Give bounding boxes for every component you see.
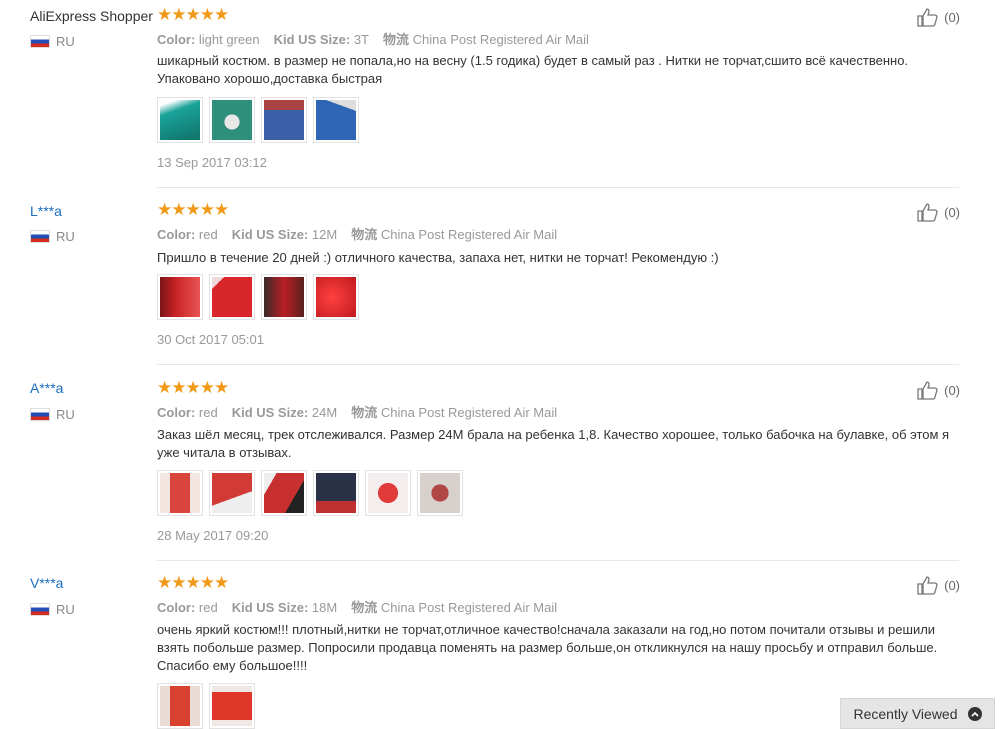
- like-button[interactable]: (0): [916, 575, 960, 595]
- review-photo[interactable]: [261, 97, 307, 143]
- review-photo[interactable]: [157, 683, 203, 729]
- photo-red-outfit-icon: [212, 686, 252, 726]
- review-photos: [157, 97, 359, 143]
- star-rating: ★★★★★: [157, 378, 229, 397]
- photo-print-shirt-icon: [212, 100, 252, 140]
- russia-flag-icon: [30, 35, 50, 48]
- russia-flag-icon: [30, 603, 50, 616]
- review-photo[interactable]: [157, 97, 203, 143]
- thumbs-up-icon: [917, 203, 938, 222]
- review-photo[interactable]: [261, 274, 307, 320]
- photo-red-pants-icon: [212, 473, 252, 513]
- like-button[interactable]: (0): [916, 202, 960, 222]
- photo-teal-shirt-icon: [160, 100, 200, 140]
- review-text: шикарный костюм. в размер не попала,но н…: [157, 53, 909, 86]
- reviewer-name[interactable]: L***a: [30, 203, 62, 219]
- review-photo[interactable]: [157, 274, 203, 320]
- photo-bowtie-grey-icon: [420, 473, 460, 513]
- russia-flag-icon: [30, 408, 50, 421]
- review-text: Пришло в течение 20 дней :) отличного ка…: [157, 250, 719, 265]
- photo-red-suit-icon: [160, 277, 200, 317]
- recently-viewed-button[interactable]: Recently Viewed: [840, 698, 995, 729]
- review-photos: [157, 683, 255, 729]
- photo-red-suit-2-icon: [212, 277, 252, 317]
- review-photo[interactable]: [209, 274, 255, 320]
- reviewer-name[interactable]: A***a: [30, 380, 63, 396]
- thumbs-up-icon: [917, 576, 938, 595]
- reviewer-country: RU: [30, 34, 75, 49]
- reviewer-country: RU: [30, 229, 75, 244]
- photo-red-bowtie-icon: [368, 473, 408, 513]
- like-button[interactable]: (0): [916, 380, 960, 400]
- photo-dark-pants-icon: [316, 473, 356, 513]
- photo-red-jacket-icon: [264, 277, 304, 317]
- thumbs-up-icon: [917, 381, 938, 400]
- review-date: 13 Sep 2017 03:12: [157, 155, 267, 170]
- divider: [157, 364, 959, 365]
- review-photos: [157, 470, 463, 516]
- reviewer-name[interactable]: V***a: [30, 575, 63, 591]
- photo-red-fabric-icon: [316, 277, 356, 317]
- reviewer-country: RU: [30, 602, 75, 617]
- divider: [157, 187, 959, 188]
- order-attributes: Color: red Kid US Size: 24M 物流 China Post …: [157, 405, 558, 420]
- photo-red-shirt-icon: [264, 473, 304, 513]
- review-photos: [157, 274, 359, 320]
- review-photo[interactable]: [209, 683, 255, 729]
- review-date: 28 May 2017 09:20: [157, 528, 269, 543]
- order-attributes: Color: red Kid US Size: 18M 物流 China Post …: [157, 600, 558, 615]
- russia-flag-icon: [30, 230, 50, 243]
- order-attributes: Color: light green Kid US Size: 3T 物流 Chin…: [157, 32, 589, 47]
- reviewer-name[interactable]: AliExpress Shopper: [30, 8, 153, 24]
- review-photo[interactable]: [209, 97, 255, 143]
- chevron-up-icon: [967, 706, 982, 721]
- review-text: очень яркий костюм!!! плотный,нитки не т…: [157, 622, 938, 673]
- thumbs-up-icon: [917, 8, 938, 27]
- photo-blue-pants-icon: [264, 100, 304, 140]
- recently-viewed-label: Recently Viewed: [853, 705, 958, 722]
- review-photo[interactable]: [365, 470, 411, 516]
- reviewer-country: RU: [30, 407, 75, 422]
- review-photo[interactable]: [313, 97, 359, 143]
- review-text: Заказ шёл месяц, трек отслеживался. Разм…: [157, 427, 950, 460]
- like-button[interactable]: (0): [916, 7, 960, 27]
- star-rating: ★★★★★: [157, 573, 229, 592]
- review-photo[interactable]: [261, 470, 307, 516]
- review-photo[interactable]: [209, 470, 255, 516]
- order-attributes: Color: red Kid US Size: 12M 物流 China Post …: [157, 227, 558, 242]
- review-photo[interactable]: [313, 470, 359, 516]
- review-photo[interactable]: [417, 470, 463, 516]
- review-date: 30 Oct 2017 05:01: [157, 332, 264, 347]
- star-rating: ★★★★★: [157, 200, 229, 219]
- photo-child-red-icon: [160, 686, 200, 726]
- star-rating: ★★★★★: [157, 5, 229, 24]
- review-photo[interactable]: [157, 470, 203, 516]
- photo-child-suit-icon: [160, 473, 200, 513]
- divider: [157, 560, 959, 561]
- review-photo[interactable]: [313, 274, 359, 320]
- photo-blue-shirt-icon: [316, 100, 356, 140]
